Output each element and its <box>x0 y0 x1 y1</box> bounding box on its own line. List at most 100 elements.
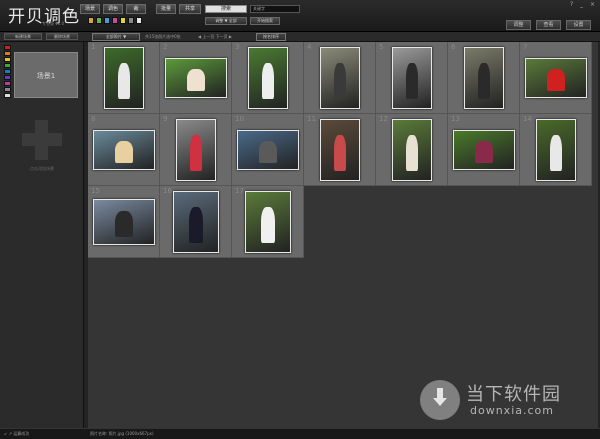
site-watermark: 当下软件园 downxia.com <box>420 378 580 424</box>
palette-color[interactable] <box>4 87 11 92</box>
search-filter-select[interactable]: 调整 ▼ 全部 <box>205 17 247 25</box>
adjust-mode-button[interactable]: 调整 <box>506 20 531 30</box>
photo-thumbnail[interactable] <box>245 191 291 253</box>
palette-color[interactable] <box>4 81 11 86</box>
photo-subject <box>190 135 202 171</box>
photo-number: 17 <box>235 187 244 195</box>
photo-cell[interactable]: 11 <box>304 114 376 186</box>
photo-thumbnail[interactable] <box>525 58 587 98</box>
photo-cell[interactable]: 7 <box>520 42 592 114</box>
photo-cell[interactable]: 14 <box>520 114 592 186</box>
photo-number: 10 <box>235 115 244 123</box>
sort-button[interactable]: 按名排序 <box>256 33 286 41</box>
help-icon[interactable]: ? <box>570 1 573 8</box>
color-swatch[interactable] <box>88 17 94 24</box>
photo-number: 4 <box>307 43 312 51</box>
color-palette <box>4 45 12 99</box>
photo-thumbnail[interactable] <box>176 119 216 181</box>
photo-number: 11 <box>307 115 316 123</box>
watermark-en: downxia.com <box>470 404 554 417</box>
photo-subject <box>478 63 490 99</box>
search-submit-button[interactable]: 开始搜索 <box>250 17 280 25</box>
photo-cell[interactable]: 12 <box>376 114 448 186</box>
photo-subject <box>115 140 133 164</box>
photo-thumbnail[interactable] <box>165 58 227 98</box>
close-icon[interactable]: × <box>590 1 595 8</box>
photo-browser: 1 2 3 4 5 6 7 8 9 10 11 12 13 14 15 16 17 <box>88 42 598 428</box>
photo-thumbnail[interactable] <box>237 130 299 170</box>
photo-number: 2 <box>163 43 168 51</box>
photo-thumbnail[interactable] <box>536 119 576 181</box>
page-navigation[interactable]: ◀ 上一页 下一页 ▶ <box>198 34 232 40</box>
photo-cell[interactable]: 17 <box>232 186 304 258</box>
status-message: ↙ ↗ 运算成功 <box>4 431 30 436</box>
photo-cell[interactable]: 13 <box>448 114 520 186</box>
photo-subject <box>259 140 277 164</box>
palette-color[interactable] <box>4 93 11 98</box>
new-scene-button[interactable]: 新建场景 <box>4 33 42 40</box>
photo-cell[interactable]: 6 <box>448 42 520 114</box>
photo-number: 9 <box>163 115 168 123</box>
color-swatch[interactable] <box>96 17 102 24</box>
color-swatch[interactable] <box>136 17 142 24</box>
search-label: 搜索 <box>205 5 247 13</box>
palette-color[interactable] <box>4 45 11 50</box>
photo-thumbnail[interactable] <box>93 199 155 245</box>
secondary-toolbar: 新建场景 删除场景 全部照片 ▼ 共15张照片选中0张 ◀ 上一页 下一页 ▶ … <box>0 32 600 42</box>
color-swatch[interactable] <box>112 17 118 24</box>
photo-subject <box>550 135 562 171</box>
palette-color[interactable] <box>4 51 11 56</box>
settings-mode-button[interactable]: 设置 <box>566 20 591 30</box>
batch-button[interactable]: 批量 <box>156 4 176 14</box>
photo-thumbnail[interactable] <box>104 47 144 109</box>
view-filter-dropdown[interactable]: 全部照片 ▼ <box>92 33 140 41</box>
photo-thumbnail[interactable] <box>173 191 219 253</box>
photo-thumbnail[interactable] <box>392 47 432 109</box>
file-info: 照片名称: 照片.jpg (1000x667px) <box>90 431 154 436</box>
scene-sidebar: 场景1 点击添加场景 <box>0 42 84 428</box>
photo-cell[interactable]: 8 <box>88 114 160 186</box>
color-button[interactable]: 调色 <box>103 4 123 14</box>
color-swatch[interactable] <box>104 17 110 24</box>
scene-button[interactable]: 场景 <box>80 4 100 14</box>
delete-scene-button[interactable]: 删除场景 <box>46 33 78 40</box>
photo-number: 16 <box>163 187 172 195</box>
photo-number: 12 <box>379 115 388 123</box>
view-mode-button[interactable]: 查看 <box>536 20 561 30</box>
photo-thumbnail[interactable] <box>320 47 360 109</box>
photo-cell[interactable]: 5 <box>376 42 448 114</box>
photo-number: 13 <box>451 115 460 123</box>
photo-cell[interactable]: 16 <box>160 186 232 258</box>
app-version: 专业版 v1.0 <box>42 21 64 26</box>
photo-thumbnail[interactable] <box>248 47 288 109</box>
photo-thumbnail[interactable] <box>320 119 360 181</box>
minimize-icon[interactable]: _ <box>580 1 583 8</box>
photo-subject <box>334 63 346 99</box>
photo-number: 1 <box>91 43 96 51</box>
color-swatch[interactable] <box>128 17 134 24</box>
app-window: 开贝调色 专业版 v1.0 场景 调色 裁 批量 共享 搜索 关键字 调整 ▼ … <box>0 0 600 439</box>
photo-cell[interactable]: 9 <box>160 114 232 186</box>
photo-thumbnail[interactable] <box>93 130 155 170</box>
crop-button[interactable]: 裁 <box>126 4 146 14</box>
photo-cell[interactable]: 2 <box>160 42 232 114</box>
photo-cell[interactable]: 3 <box>232 42 304 114</box>
photo-thumbnail[interactable] <box>464 47 504 109</box>
palette-color[interactable] <box>4 69 11 74</box>
palette-color[interactable] <box>4 63 11 68</box>
palette-color[interactable] <box>4 75 11 80</box>
photo-cell[interactable]: 10 <box>232 114 304 186</box>
photo-cell[interactable]: 1 <box>88 42 160 114</box>
color-swatch[interactable] <box>120 17 126 24</box>
photo-number: 3 <box>235 43 240 51</box>
add-scene-icon[interactable] <box>22 120 62 160</box>
photo-thumbnail[interactable] <box>392 119 432 181</box>
scene-thumbnail[interactable]: 场景1 <box>14 52 78 98</box>
photo-cell[interactable]: 4 <box>304 42 376 114</box>
share-button[interactable]: 共享 <box>179 4 201 14</box>
photo-thumbnail[interactable] <box>453 130 515 170</box>
search-input[interactable]: 关键字 <box>250 5 300 13</box>
add-scene-label: 点击添加场景 <box>30 166 54 171</box>
photo-cell[interactable]: 15 <box>88 186 160 258</box>
palette-color[interactable] <box>4 57 11 62</box>
